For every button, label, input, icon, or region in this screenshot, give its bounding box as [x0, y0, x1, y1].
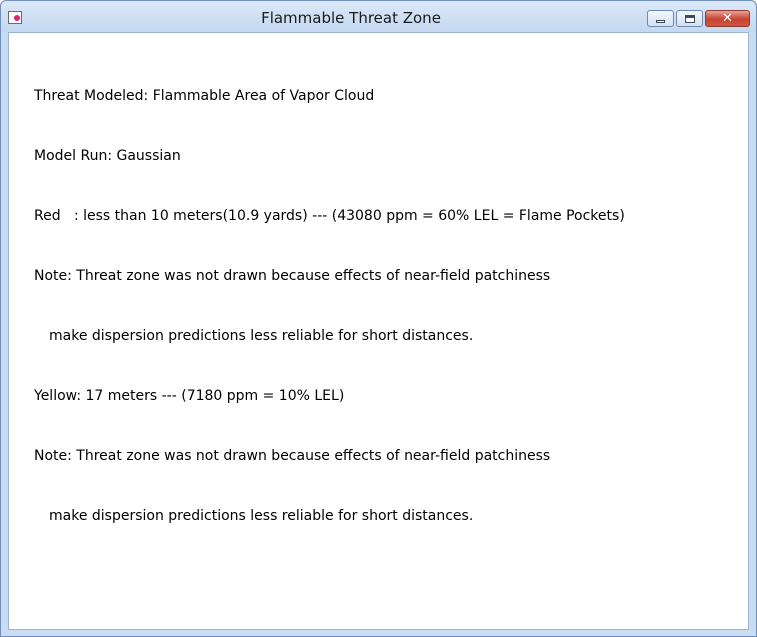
window-title: Flammable Threat Zone: [261, 9, 441, 27]
report-line-red-note: Note: Threat zone was not drawn because …: [34, 268, 551, 284]
minimize-icon: [656, 20, 665, 23]
window-controls: ✕: [645, 10, 750, 28]
app-window: Flammable Threat Zone ✕ Threat Modeled: …: [0, 0, 757, 637]
close-icon: ✕: [722, 11, 733, 26]
report-line-red-note-cont: make dispersion predictions less reliabl…: [49, 328, 474, 344]
maximize-button[interactable]: [676, 10, 703, 27]
maximize-icon: [685, 15, 695, 23]
title-bar[interactable]: Flammable Threat Zone ✕: [1, 1, 756, 32]
report-line-model-run: Model Run: Gaussian: [34, 148, 181, 164]
report-line-red-zone: Red : less than 10 meters(10.9 yards) --…: [34, 208, 625, 224]
threat-zone-report: Threat Modeled: Flammable Area of Vapor …: [34, 46, 625, 566]
close-button[interactable]: ✕: [705, 10, 750, 27]
report-line-threat-modeled: Threat Modeled: Flammable Area of Vapor …: [34, 88, 375, 104]
report-line-yellow-note: Note: Threat zone was not drawn because …: [34, 448, 551, 464]
minimize-button[interactable]: [647, 10, 674, 27]
report-line-yellow-zone: Yellow: 17 meters --- (7180 ppm = 10% LE…: [34, 388, 345, 404]
report-line-yellow-note-cont: make dispersion predictions less reliabl…: [49, 508, 474, 524]
